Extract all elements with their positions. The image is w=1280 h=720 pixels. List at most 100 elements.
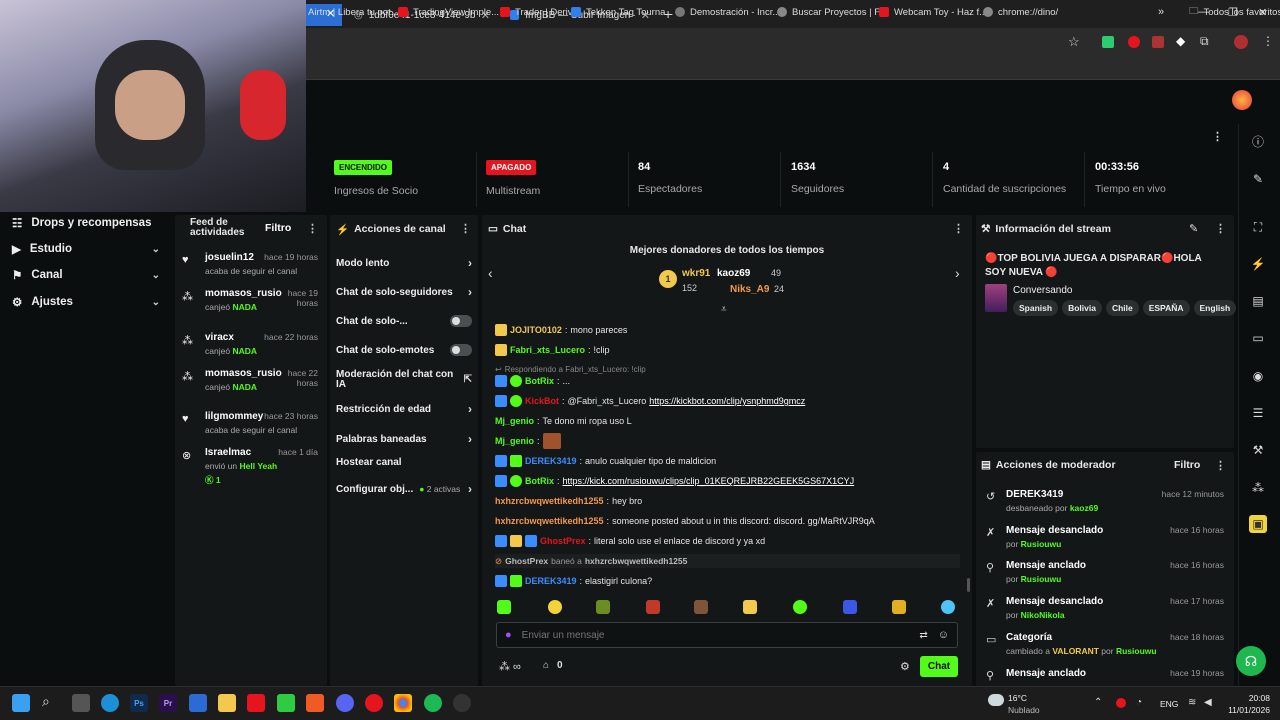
ban-target[interactable]: hxhzrcbwqwettikedh1255 — [585, 556, 688, 566]
edit-icon[interactable]: ✎ — [1189, 222, 1198, 235]
tag[interactable]: Spanish — [1013, 300, 1059, 316]
emote-button[interactable] — [646, 600, 660, 614]
donor-name[interactable]: Niks_A9 — [730, 284, 769, 295]
more-bookmarks-icon[interactable]: » — [1158, 4, 1164, 20]
fullscreen-icon[interactable]: ⛶ — [1249, 218, 1267, 236]
profile-avatar[interactable] — [1234, 35, 1248, 49]
opera-icon[interactable] — [365, 694, 383, 712]
spotify-icon[interactable] — [424, 694, 442, 712]
chevron-right-icon[interactable]: › — [955, 265, 960, 281]
chat-username[interactable]: GhostPrex — [540, 536, 586, 546]
stream-info-menu-icon[interactable]: ⋮ — [1215, 222, 1226, 235]
translate-icon[interactable]: ⇄ — [919, 630, 927, 641]
emote-button[interactable] — [892, 600, 906, 614]
tag[interactable]: English — [1193, 300, 1237, 316]
points-balance[interactable]: ⌂ 0 — [543, 660, 563, 671]
network-icon[interactable]: ◔ — [1136, 697, 1142, 708]
menu-icon[interactable]: ⋮ — [1262, 34, 1274, 48]
windows-start-icon[interactable] — [12, 694, 30, 712]
mic-icon[interactable]: ● — [505, 629, 512, 641]
toggle-switch[interactable] — [450, 315, 472, 327]
emote-button[interactable] — [548, 600, 562, 614]
stack-icon[interactable]: ☰ — [1249, 404, 1267, 422]
obs-icon[interactable] — [453, 694, 471, 712]
chrome-icon[interactable] — [394, 694, 412, 712]
actions-menu-icon[interactable]: ⋮ — [460, 222, 471, 235]
puzzle-icon[interactable]: ⧉ — [1200, 34, 1209, 49]
bookmark[interactable]: Airtm | Libera tu pot... — [308, 4, 399, 20]
chat-username[interactable]: BotRix — [525, 476, 554, 486]
extension-icon[interactable]: ◆ — [1176, 34, 1185, 48]
bookmark[interactable]: Buscar Proyectos | F... — [777, 4, 887, 20]
lightning-icon[interactable]: ⚡ — [1249, 255, 1267, 273]
chat-username[interactable]: BotRix — [525, 376, 554, 386]
store-icon[interactable] — [189, 694, 207, 712]
chat-username[interactable]: hxhzrcbwqwettikedh1255 — [495, 496, 604, 506]
chat-scrollbar[interactable] — [967, 578, 970, 592]
chat-link[interactable]: https://kick.com/rusiouwu/clips/clip_01K… — [563, 476, 855, 486]
action-slow-mode[interactable]: Modo lento › — [336, 256, 472, 270]
star-icon[interactable]: ☆ — [1068, 34, 1080, 50]
emote-button[interactable] — [843, 600, 857, 614]
chat-settings-icon[interactable]: ⚙ — [900, 660, 910, 673]
action-banned-words[interactable]: Palabras baneadas › — [336, 432, 472, 446]
emote-button[interactable] — [743, 600, 757, 614]
action-age-restriction[interactable]: Restricción de edad › — [336, 402, 472, 416]
chat-username[interactable]: DEREK3419 — [525, 576, 577, 586]
bookmark[interactable]: chrome://dino/ — [983, 4, 1058, 20]
nav-channel[interactable]: ⚑ Canal ⌄ — [12, 266, 160, 284]
edit-icon[interactable]: ✎ — [1249, 170, 1267, 188]
brave-icon[interactable] — [306, 694, 324, 712]
feed-filter-button[interactable]: Filtro — [265, 222, 291, 234]
photoshop-icon[interactable]: Ps — [130, 694, 148, 712]
toggle-switch[interactable] — [450, 344, 472, 356]
emote-button[interactable] — [596, 600, 610, 614]
user-avatar[interactable] — [1232, 90, 1252, 110]
donor-name[interactable]: kaoz69 — [717, 268, 750, 279]
wifi-icon[interactable]: ≋ — [1188, 697, 1196, 708]
emote-button[interactable] — [793, 600, 807, 614]
mod-action-user[interactable]: kaoz69 — [1070, 503, 1098, 513]
taskview-icon[interactable] — [72, 694, 90, 712]
emote-button[interactable] — [497, 600, 511, 614]
nav-settings[interactable]: ⚙ Ajustes ⌄ — [12, 293, 160, 311]
chat-link[interactable]: https://kickbot.com/clip/ysnphmd9gmcz — [649, 396, 805, 406]
bookmark[interactable]: Trader | Deriv — [500, 4, 573, 20]
mod-action-user[interactable]: NikoNikola — [1021, 610, 1065, 620]
category-thumbnail[interactable] — [985, 284, 1007, 312]
minecraft-icon[interactable] — [277, 694, 295, 712]
mod-filter-button[interactable]: Filtro — [1174, 459, 1200, 471]
action-subs-only[interactable]: Chat de solo-... — [336, 315, 472, 327]
emote-button[interactable] — [941, 600, 955, 614]
emote-button[interactable] — [694, 600, 708, 614]
chat-input-box[interactable]: ● ⇄ ☺ — [496, 622, 958, 648]
action-goals[interactable]: Configurar obj... ● 2 activas › — [336, 482, 472, 496]
chevron-up-icon[interactable]: ⌃ — [1094, 697, 1102, 708]
chat-username[interactable]: KickBot — [525, 396, 559, 406]
bookmark[interactable]: Webcam Toy - Haz f... — [879, 4, 987, 20]
category-name[interactable]: Conversando — [1013, 285, 1072, 296]
bookmark[interactable]: Demostración - Incr... — [675, 4, 780, 20]
volume-icon[interactable]: ◀ — [1204, 697, 1212, 708]
send-chat-button[interactable]: Chat — [920, 656, 958, 677]
language-indicator[interactable]: ENG — [1160, 699, 1178, 709]
search-icon[interactable]: ⌕ — [42, 693, 50, 710]
bookmark[interactable]: TradingView Imple... — [398, 4, 499, 20]
extension-icon[interactable] — [1102, 36, 1114, 48]
mod-action-user[interactable]: Rusiouwu — [1021, 574, 1062, 584]
tray-app-icon[interactable] — [1116, 698, 1126, 708]
broadcast-icon[interactable]: ◉ — [1249, 367, 1267, 385]
chat-username[interactable]: Fabri_xts_Lucero — [510, 345, 585, 355]
nav-drops[interactable]: ☷ Drops y recompensas — [12, 214, 160, 232]
tag[interactable]: ESPAÑA — [1142, 300, 1190, 316]
chevron-left-icon[interactable]: ‹ — [488, 265, 493, 281]
wrench-icon[interactable]: ⚒ — [1249, 441, 1267, 459]
action-emotes-only[interactable]: Chat de solo-emotes — [336, 344, 472, 356]
weather-text[interactable]: Nublado — [1008, 705, 1040, 715]
action-ai-moderation[interactable]: Moderación del chat con IA ⇱ — [336, 370, 472, 390]
nav-studio[interactable]: ▶ Estudio ⌄ — [12, 240, 160, 258]
mod-action-category[interactable]: VALORANT — [1052, 646, 1099, 656]
chat-username[interactable]: Mj_genio — [495, 436, 534, 446]
chat-username[interactable]: hxhzrcbwqwettikedh1255 — [495, 516, 604, 526]
points-icon[interactable]: ⁂ ∞ — [499, 660, 521, 673]
